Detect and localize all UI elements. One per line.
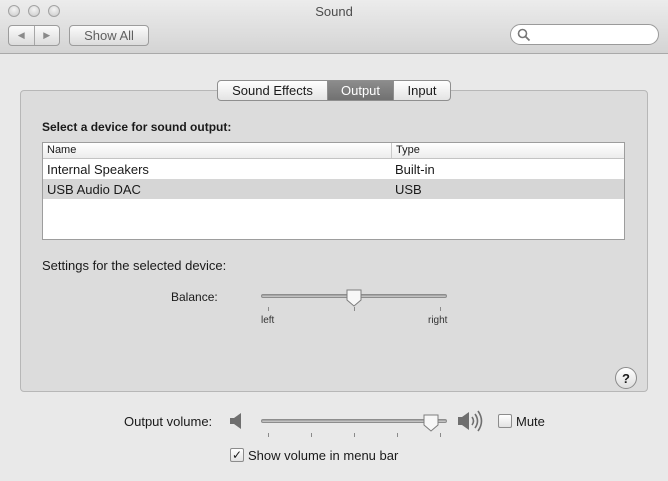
column-header-type[interactable]: Type [391, 143, 624, 158]
table-row[interactable]: USB Audio DAC USB [43, 179, 624, 199]
forward-arrow-icon: ▶ [43, 30, 51, 40]
show-volume-in-menu-bar-checkbox[interactable]: ✓ [230, 448, 244, 462]
volume-tick [397, 433, 398, 437]
volume-tick [440, 433, 441, 437]
table-header: Name Type [43, 143, 624, 159]
volume-tick [268, 433, 269, 437]
balance-right-label: right [428, 315, 448, 326]
device-type: USB [395, 181, 422, 197]
help-button[interactable]: ? [615, 367, 637, 389]
volume-tick [311, 433, 312, 437]
search-field[interactable] [510, 24, 659, 45]
device-name: Internal Speakers [47, 161, 149, 177]
volume-slider-knob[interactable] [423, 414, 439, 432]
balance-tick [268, 307, 269, 311]
search-icon [517, 28, 531, 42]
tab-panel [20, 90, 648, 392]
output-volume-label: Output volume: [124, 414, 213, 429]
show-all-button[interactable]: Show All [69, 25, 149, 46]
forward-button[interactable]: ▶ [33, 26, 60, 45]
tab-sound-effects[interactable]: Sound Effects [218, 81, 327, 100]
volume-tick [354, 433, 355, 437]
balance-tick [440, 307, 441, 311]
sound-preferences-window: Sound ◀ ▶ Show All Sound Effects Output … [0, 0, 668, 481]
speaker-low-icon [230, 413, 241, 429]
back-arrow-icon: ◀ [17, 30, 25, 40]
tab-input[interactable]: Input [393, 81, 450, 100]
back-forward-buttons: ◀ ▶ [8, 25, 60, 46]
balance-left-label: left [261, 315, 275, 326]
device-settings-label: Settings for the selected device: [42, 258, 227, 273]
title-bar: Sound ◀ ▶ Show All [0, 0, 668, 54]
balance-slider-knob[interactable] [346, 289, 362, 307]
balance-label: Balance: [171, 290, 218, 304]
output-device-table: Name Type Internal Speakers Built-in USB… [42, 142, 625, 240]
tab-output[interactable]: Output [327, 81, 393, 100]
speaker-high-icon [458, 410, 483, 432]
balance-tick [354, 307, 355, 311]
volume-slider-track[interactable] [261, 419, 447, 423]
column-header-name[interactable]: Name [43, 143, 391, 158]
back-button[interactable]: ◀ [9, 26, 34, 45]
window-title: Sound [315, 4, 353, 19]
table-row[interactable]: Internal Speakers Built-in [43, 159, 624, 179]
tab-bar: Sound Effects Output Input [217, 80, 451, 101]
mute-checkbox[interactable] [498, 414, 512, 428]
device-name: USB Audio DAC [47, 181, 141, 197]
device-type: Built-in [395, 161, 435, 177]
mute-label[interactable]: Mute [516, 414, 545, 429]
show-volume-in-menu-bar-label[interactable]: Show volume in menu bar [248, 448, 398, 463]
output-device-heading: Select a device for sound output: [42, 120, 232, 134]
